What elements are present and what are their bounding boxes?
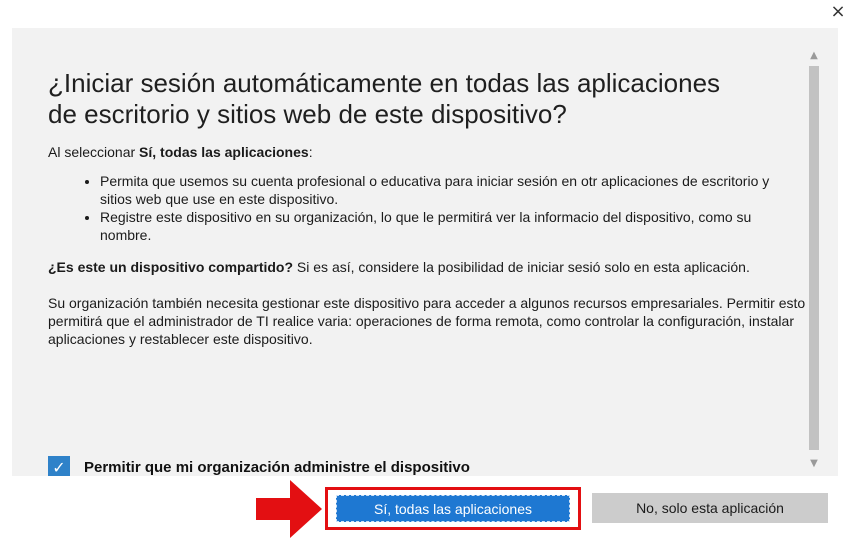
dialog-title: ¿Iniciar sesión automáticamente en todas… [48,68,721,129]
dialog-content: ¿Iniciar sesión automáticamente en todas… [48,68,818,366]
list-item: Registre este dispositivo en su organiza… [100,208,800,244]
checkmark-icon: ✓ [52,457,66,477]
scroll-thumb[interactable] [809,66,819,450]
intro-bold: Sí, todas las aplicaciones [139,144,309,160]
intro-prefix: Al seleccionar [48,144,140,160]
checkbox-label: Permitir que mi organización administre … [84,458,470,476]
shared-device-text: ¿Es este un dispositivo compartido? Si e… [48,258,818,276]
close-icon[interactable]: × [826,0,850,24]
arrow-right-icon [256,480,322,538]
scroll-down-icon[interactable]: ▼ [805,456,823,472]
scroll-up-icon[interactable]: ▲ [805,48,823,64]
checkbox[interactable]: ✓ [48,456,70,476]
dialog-panel: ¿Iniciar sesión automáticamente en todas… [12,28,838,476]
highlight-box: Sí, todas las aplicaciones [325,487,581,530]
intro-text: Al seleccionar Sí, todas las aplicacione… [48,144,818,160]
intro-suffix: : [308,144,313,160]
scrollbar[interactable]: ▲ ▼ [805,48,823,472]
shared-bold: ¿Es este un dispositivo compartido? [48,259,294,275]
this-app-only-button[interactable]: No, solo esta aplicación [592,493,828,523]
manage-device-option[interactable]: ✓ Permitir que mi organización administr… [48,456,470,476]
organization-text: Su organización también necesita gestion… [48,295,806,347]
list-item: Permita que usemos su cuenta profesional… [100,172,800,208]
shared-rest: Si es así, considere la posibilidad de i… [293,259,750,275]
yes-all-apps-button[interactable]: Sí, todas las aplicaciones [336,495,570,522]
benefits-list: Permita que usemos su cuenta profesional… [48,172,818,244]
